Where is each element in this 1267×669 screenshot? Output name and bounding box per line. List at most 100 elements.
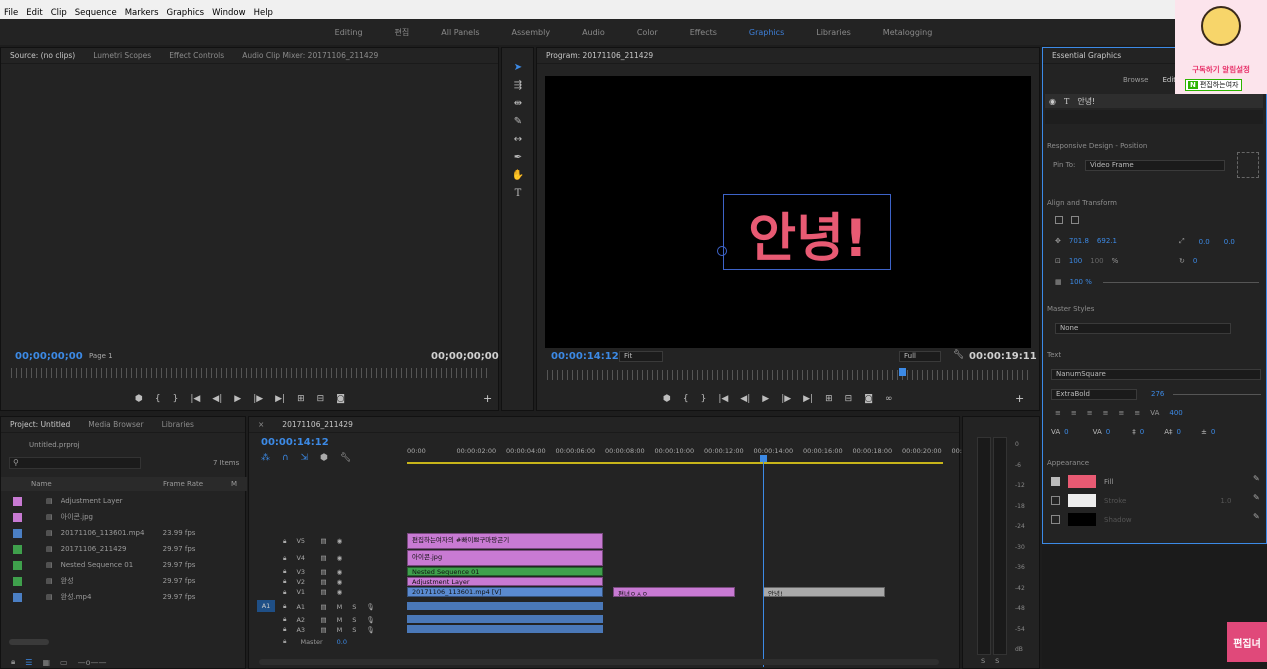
eye-icon[interactable]: ◉ <box>337 554 343 562</box>
menu-sequence[interactable]: Sequence <box>71 8 121 18</box>
sync-icon[interactable]: ▤ <box>320 568 326 576</box>
lock-icon[interactable]: 🔒︎ <box>283 602 286 611</box>
slip-icon[interactable]: ↔ <box>511 132 525 146</box>
program-timecode-left[interactable]: 00:00:14:12 <box>551 351 619 362</box>
razor-icon[interactable]: ✎ <box>511 114 525 128</box>
menu-window[interactable]: Window <box>208 8 250 18</box>
project-item[interactable]: ▤ 아이콘.jpg <box>1 509 241 525</box>
camera-icon[interactable]: ◙ <box>336 394 345 404</box>
font-dropdown[interactable]: NanumSquare <box>1051 369 1261 380</box>
text-bounding-box[interactable]: 안녕! <box>723 194 891 270</box>
project-tab-2[interactable]: Libraries <box>153 420 203 429</box>
project-scrollbar[interactable] <box>9 639 49 645</box>
font-size-slider[interactable] <box>1173 394 1261 395</box>
program-playhead[interactable] <box>899 368 906 376</box>
eye-icon[interactable]: ◉ <box>337 588 343 596</box>
track-header[interactable]: 🔒︎ A2 ▤ M S 🎙︎ <box>281 615 405 624</box>
mark-out-icon[interactable]: } <box>173 394 179 404</box>
workspace-tab-3[interactable]: Assembly <box>496 28 567 37</box>
align-right-icon[interactable]: ≡ <box>1087 409 1093 417</box>
solo-icon[interactable]: S <box>352 626 356 634</box>
menu-clip[interactable]: Clip <box>47 8 71 18</box>
workspace-tab-1[interactable]: 편집 <box>379 27 426 38</box>
camera-icon[interactable]: ◙ <box>864 394 873 404</box>
icon-view-icon[interactable]: ▦ <box>42 658 50 667</box>
clip-v4[interactable]: 아이콘.jpg <box>407 550 603 566</box>
add-button-icon[interactable]: + <box>483 392 492 405</box>
timeline-ruler[interactable]: 00:00 00:00:02:00 00:00:04:00 00:00:06:00 00… <box>407 445 962 459</box>
step-forward-icon[interactable]: |▶ <box>253 394 263 404</box>
solo-right[interactable]: S <box>995 657 999 665</box>
workspace-tab-8[interactable]: Libraries <box>800 28 867 37</box>
snap-icon[interactable]: ∩ <box>282 453 289 463</box>
audio-clip[interactable] <box>407 615 603 623</box>
mic-icon[interactable]: 🎙︎ <box>366 603 374 611</box>
project-search[interactable]: ⚲ <box>9 457 141 469</box>
eye-icon[interactable]: ◉ <box>337 578 343 586</box>
workspace-tab-2[interactable]: All Panels <box>425 28 495 37</box>
timeline-scrollbar[interactable] <box>259 659 939 665</box>
clip-v1b[interactable]: 편녀ㅇㅅㅇ <box>613 587 735 597</box>
lock-icon[interactable]: 🔒︎ <box>11 657 15 667</box>
eyedropper-icon[interactable]: ✎ <box>1253 474 1260 483</box>
mute-icon[interactable]: M <box>337 616 343 624</box>
source-tab-2[interactable]: Effect Controls <box>160 51 233 60</box>
goto-in-icon[interactable]: |◀ <box>718 394 728 404</box>
track-header[interactable]: 🔒︎ V2 ▤ ◉ <box>281 577 405 586</box>
eye-icon[interactable]: ◉ <box>1049 97 1056 106</box>
workspace-tab-7[interactable]: Graphics <box>733 28 800 37</box>
program-video[interactable]: 안녕! <box>545 76 1031 348</box>
align-horizontal-icon[interactable] <box>1071 216 1079 224</box>
settings-icon[interactable]: 🔧︎ <box>340 453 351 463</box>
solo-icon[interactable]: S <box>352 603 356 611</box>
align-left-icon[interactable]: ≡ <box>1055 409 1061 417</box>
sync-icon[interactable]: ▤ <box>320 603 326 611</box>
align-center-icon[interactable]: ≡ <box>1071 409 1077 417</box>
lock-icon[interactable]: 🔒︎ <box>283 637 286 646</box>
menu-file[interactable]: File <box>0 8 22 18</box>
lock-icon[interactable]: 🔒︎ <box>283 577 286 586</box>
fill-swatch[interactable] <box>1068 475 1096 488</box>
justify-last-icon[interactable]: ≡ <box>1119 409 1125 417</box>
project-item[interactable]: ▤ 완성.mp4 29.97 fps <box>1 589 241 605</box>
play-icon[interactable]: ▶ <box>234 394 241 404</box>
clip-v1c[interactable]: 안녕! <box>763 587 885 597</box>
insert-icon[interactable]: ⊞ <box>297 394 305 404</box>
stroke-swatch[interactable] <box>1068 494 1096 507</box>
marker-icon[interactable]: ⬢ <box>663 394 671 404</box>
master-value[interactable]: 0.0 <box>337 638 347 646</box>
sync-icon[interactable]: ▤ <box>320 537 326 545</box>
justify-all-icon[interactable]: ≡ <box>1134 409 1140 417</box>
timeline-timecode[interactable]: 00:00:14:12 <box>261 437 329 448</box>
lock-icon[interactable]: 🔒︎ <box>283 567 286 576</box>
col-framerate[interactable]: Frame Rate <box>163 480 203 488</box>
track-name[interactable]: V2 <box>296 578 310 586</box>
scale-value[interactable]: 100 <box>1069 257 1082 265</box>
mark-in-icon[interactable]: { <box>155 394 161 404</box>
work-area-bar[interactable] <box>407 462 943 464</box>
source-tab-0[interactable]: Source: (no clips) <box>1 51 84 60</box>
pin-widget-icon[interactable] <box>1237 152 1259 178</box>
type-tool-icon[interactable]: T <box>511 186 525 200</box>
lock-icon[interactable]: 🔒︎ <box>283 554 286 563</box>
lock-icon[interactable]: 🔒︎ <box>283 588 286 597</box>
project-item[interactable]: ▤ 20171106_113601.mp4 23.99 fps <box>1 525 241 541</box>
track-header[interactable]: 🔒︎ A3 ▤ M S 🎙︎ <box>281 625 405 634</box>
track-header[interactable]: 🔒︎ V5 ▤ ◉ <box>281 533 405 549</box>
stroke-checkbox[interactable] <box>1051 496 1060 505</box>
kerning-value[interactable]: 0 <box>1064 428 1068 436</box>
menu-help[interactable]: Help <box>250 8 277 18</box>
eg-title[interactable]: Essential Graphics <box>1043 51 1130 60</box>
clip-v1[interactable]: 20171106_113601.mp4 [V] <box>407 587 603 597</box>
justify-icon[interactable]: ≡ <box>1103 409 1109 417</box>
track-name[interactable]: V5 <box>296 537 310 545</box>
eyedropper-icon[interactable]: ✎ <box>1253 493 1260 502</box>
sync-icon[interactable]: ▤ <box>320 554 326 562</box>
lock-icon[interactable]: 🔒︎ <box>283 615 286 624</box>
timeline-tab[interactable]: 20171106_211429 <box>273 420 362 429</box>
font-weight-dropdown[interactable]: ExtraBold <box>1051 389 1137 400</box>
eg-layer-row[interactable]: ◉ T 안녕! <box>1045 94 1263 108</box>
sync-icon[interactable]: ▤ <box>320 588 326 596</box>
project-tab-1[interactable]: Media Browser <box>79 420 152 429</box>
font-size-value[interactable]: 276 <box>1151 390 1164 398</box>
